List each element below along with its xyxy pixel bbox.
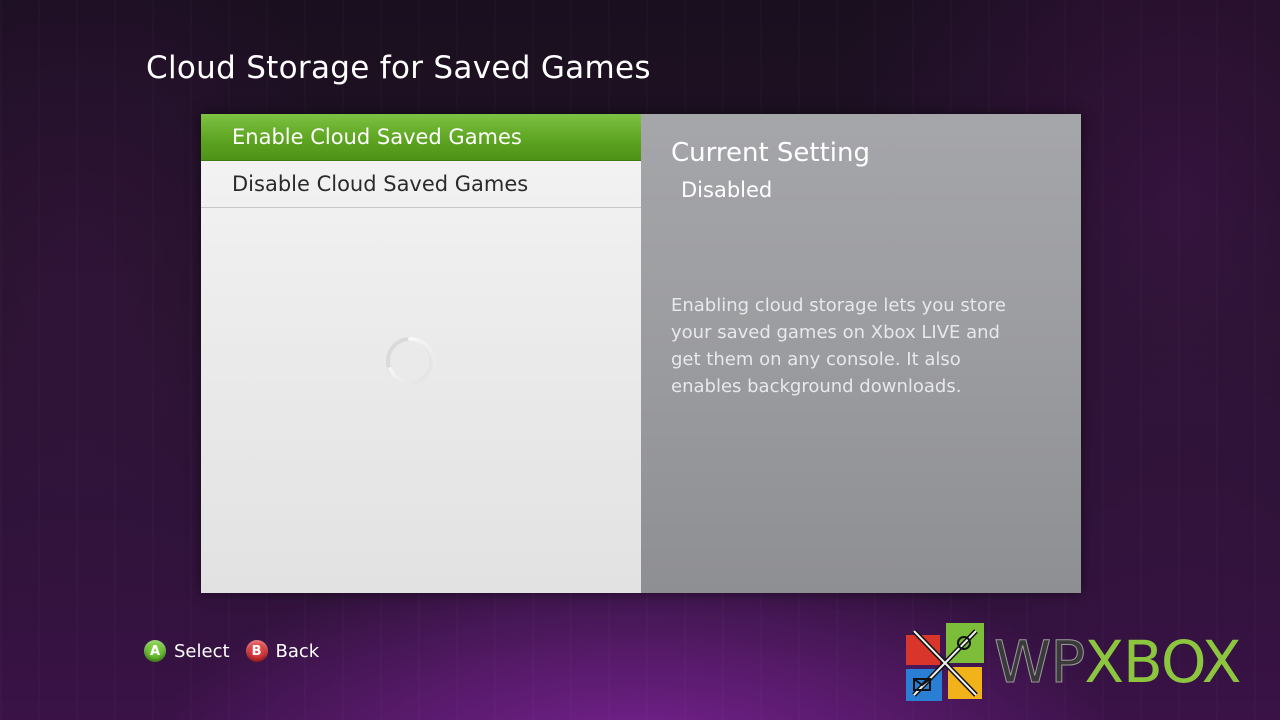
back-hint[interactable]: B Back [245,640,320,662]
a-button-icon: A [144,640,166,662]
back-hint-label: Back [275,640,320,662]
description-line: get them on any console. It also [671,349,961,370]
menu-item-label: Disable Cloud Saved Games [232,172,529,196]
setting-description: Enabling cloud storage lets you store yo… [671,292,1061,400]
menu-item-enable-cloud-saved-games[interactable]: Enable Cloud Saved Games [201,114,641,161]
options-list: Enable Cloud Saved Games Disable Cloud S… [201,114,641,593]
details-pane: Current Setting Disabled Enabling cloud … [641,114,1081,593]
description-line: your saved games on Xbox LIVE and [671,322,1000,343]
spinner-icon [386,336,435,385]
description-line: Enabling cloud storage lets you store [671,295,1006,316]
page-title: Cloud Storage for Saved Games [146,50,651,86]
description-line: enables background downloads. [671,376,962,397]
wordmark-xbox: XBOX [1084,628,1241,696]
current-setting-value: Disabled [681,178,773,202]
wpxbox-wordmark: WPXBOX [993,627,1241,697]
menu-item-disable-cloud-saved-games[interactable]: Disable Cloud Saved Games [201,161,641,208]
settings-panel: Enable Cloud Saved Games Disable Cloud S… [201,114,1081,593]
wpxbox-watermark: WPXBOX [904,621,1250,703]
b-button-icon: B [245,640,268,662]
controller-hints: A Select B Back [144,638,335,664]
menu-item-label: Enable Cloud Saved Games [232,125,522,149]
select-hint[interactable]: A Select [144,640,230,662]
wordmark-wp: WP [993,628,1085,697]
wpxbox-logo-icon [906,623,984,701]
select-hint-label: Select [174,640,230,662]
current-setting-label: Current Setting [671,138,871,168]
